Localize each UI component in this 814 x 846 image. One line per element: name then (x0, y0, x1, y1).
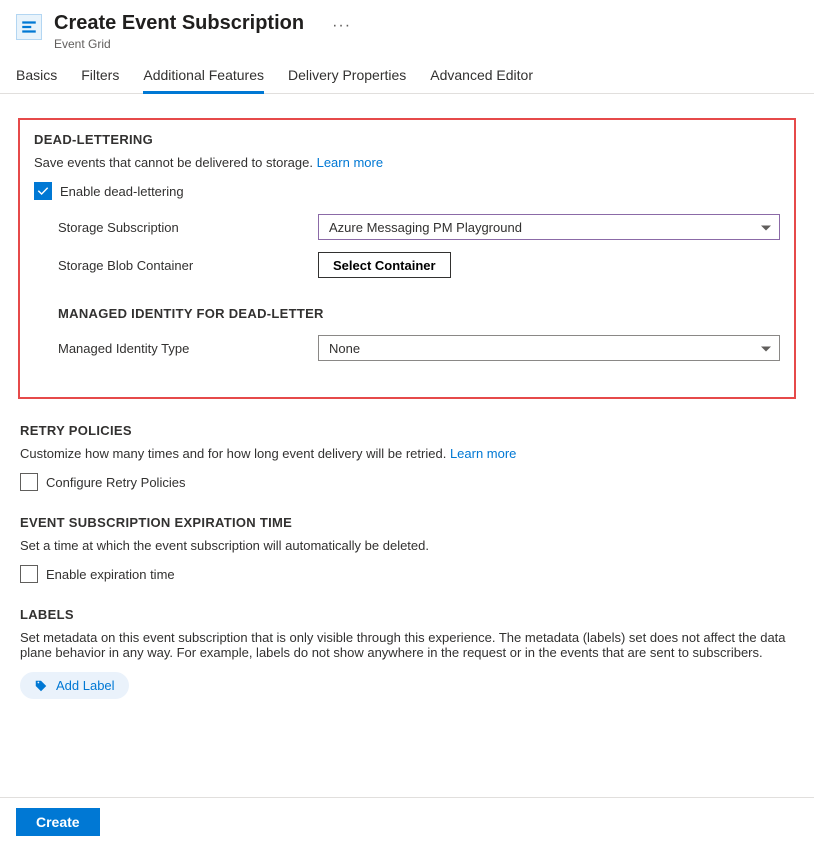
storage-blob-container-row: Storage Blob Container Select Container (34, 252, 780, 278)
enable-dead-lettering-row: Enable dead-lettering (34, 182, 780, 200)
tab-additional-features[interactable]: Additional Features (143, 59, 264, 94)
enable-expiration-checkbox[interactable] (20, 565, 38, 583)
managed-identity-select[interactable]: None (318, 335, 780, 361)
add-label-text: Add Label (56, 678, 115, 693)
managed-identity-row: Managed Identity Type None (34, 335, 780, 361)
retry-policies-desc: Customize how many times and for how lon… (20, 446, 794, 461)
enable-expiration-row: Enable expiration time (20, 565, 794, 583)
enable-dead-lettering-label: Enable dead-lettering (60, 184, 184, 199)
tabs: Basics Filters Additional Features Deliv… (0, 59, 814, 94)
page-title: Create Event Subscription (54, 12, 304, 35)
tab-delivery-properties[interactable]: Delivery Properties (288, 59, 406, 93)
retry-learn-more-link[interactable]: Learn more (450, 446, 516, 461)
dead-lettering-title: DEAD-LETTERING (34, 132, 780, 147)
event-grid-icon (16, 14, 42, 40)
configure-retry-row: Configure Retry Policies (20, 473, 794, 491)
labels-section: LABELS Set metadata on this event subscr… (20, 607, 794, 699)
configure-retry-checkbox[interactable] (20, 473, 38, 491)
footer-bar: Create (0, 797, 814, 846)
tag-icon (34, 679, 48, 693)
storage-subscription-label: Storage Subscription (58, 220, 318, 235)
storage-blob-container-label: Storage Blob Container (58, 258, 318, 273)
tab-basics[interactable]: Basics (16, 59, 57, 93)
labels-desc: Set metadata on this event subscription … (20, 630, 794, 660)
add-label-button[interactable]: Add Label (20, 672, 129, 699)
dead-lettering-learn-more-link[interactable]: Learn more (317, 155, 383, 170)
expiration-section: EVENT SUBSCRIPTION EXPIRATION TIME Set a… (20, 515, 794, 583)
retry-policies-title: RETRY POLICIES (20, 423, 794, 438)
managed-identity-label: Managed Identity Type (58, 341, 318, 356)
tab-filters[interactable]: Filters (81, 59, 119, 93)
dead-lettering-desc: Save events that cannot be delivered to … (34, 155, 780, 170)
dead-lettering-section: DEAD-LETTERING Save events that cannot b… (18, 118, 796, 399)
storage-subscription-select[interactable]: Azure Messaging PM Playground (318, 214, 780, 240)
select-container-button[interactable]: Select Container (318, 252, 451, 278)
storage-subscription-row: Storage Subscription Azure Messaging PM … (34, 214, 780, 240)
enable-dead-lettering-checkbox[interactable] (34, 182, 52, 200)
page-header: Create Event Subscription Event Grid ··· (0, 0, 814, 59)
managed-identity-title: MANAGED IDENTITY FOR DEAD-LETTER (34, 306, 780, 321)
create-button[interactable]: Create (16, 808, 100, 836)
labels-title: LABELS (20, 607, 794, 622)
page-subtitle: Event Grid (54, 37, 304, 51)
configure-retry-label: Configure Retry Policies (46, 475, 185, 490)
expiration-desc: Set a time at which the event subscripti… (20, 538, 794, 553)
tab-advanced-editor[interactable]: Advanced Editor (430, 59, 533, 93)
enable-expiration-label: Enable expiration time (46, 567, 175, 582)
header-text: Create Event Subscription Event Grid (54, 12, 304, 51)
more-actions-button[interactable]: ··· (332, 17, 351, 35)
retry-policies-section: RETRY POLICIES Customize how many times … (20, 423, 794, 491)
expiration-title: EVENT SUBSCRIPTION EXPIRATION TIME (20, 515, 794, 530)
